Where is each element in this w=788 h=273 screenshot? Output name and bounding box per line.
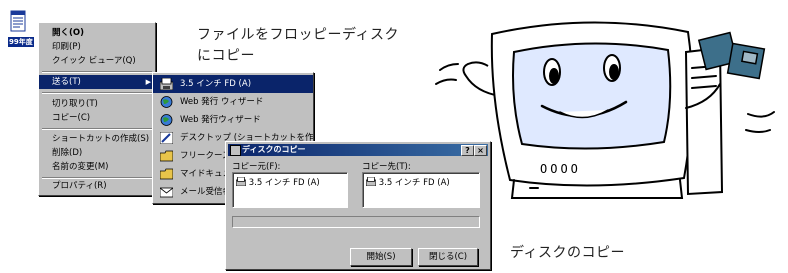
submenu-item-label: Web 発行 ウィザード: [180, 97, 264, 107]
submenu-arrow-icon: ▶: [145, 78, 151, 86]
menu-separator: [42, 92, 152, 94]
folder-icon: [160, 150, 173, 162]
document-icon[interactable]: [8, 10, 30, 32]
file-label[interactable]: 99年度: [8, 37, 34, 47]
submenu-item-label: 3.5 インチ FD (A): [180, 79, 252, 89]
menu-item-send-to-label: 送る(T): [52, 77, 81, 87]
start-button[interactable]: 開始(S): [350, 248, 412, 266]
globe-icon: [160, 96, 173, 108]
menu-item-rename[interactable]: 名前の変更(M): [39, 160, 155, 174]
dialog-app-icon: [230, 145, 241, 156]
submenu-item-label: フリークース: [180, 151, 231, 161]
context-menu: 開く(O) 印刷(P) クイック ビューア(Q) 送る(T) ▶ 切り取り(T) …: [38, 22, 156, 196]
menu-separator: [42, 71, 152, 73]
caption-top-line-1: ファイルをフロッピーディスク: [197, 27, 400, 43]
desktop-icon: [160, 132, 173, 144]
menu-item-print[interactable]: 印刷(P): [39, 40, 155, 54]
submenu-item-floppy[interactable]: 3.5 インチ FD (A): [153, 75, 313, 93]
submenu-item-label: Web 発行ウィザード: [180, 115, 261, 125]
display-digits: OOOO: [540, 162, 581, 176]
dialog-title: ディスクのコピー: [242, 145, 306, 154]
submenu-item-web-wizard-2[interactable]: Web 発行ウィザード: [153, 111, 313, 129]
menu-item-delete[interactable]: 削除(D): [39, 146, 155, 160]
globe-icon: [160, 114, 173, 126]
source-list-item[interactable]: 3.5 インチ FD (A): [235, 176, 320, 188]
menu-item-properties[interactable]: プロパティ(R): [39, 179, 155, 193]
menu-item-quick-view[interactable]: クイック ビューア(Q): [39, 54, 155, 68]
submenu-item-label: メール受信者: [180, 187, 232, 197]
close-dialog-button[interactable]: 閉じる(C): [418, 248, 478, 266]
folder-icon: [160, 168, 173, 180]
source-item-label: 3.5 インチ FD (A): [248, 178, 320, 188]
menu-separator: [42, 128, 152, 130]
floppy-icon: [365, 176, 377, 187]
floppy-icon: [235, 176, 247, 187]
source-label: コピー元(F):: [232, 162, 281, 172]
menu-item-copy[interactable]: コピー(C): [39, 111, 155, 125]
mail-icon: [160, 187, 173, 198]
dest-label: コピー先(T):: [362, 162, 411, 172]
menu-item-send-to[interactable]: 送る(T) ▶: [39, 75, 155, 89]
progress-bar: [232, 216, 480, 228]
source-listbox[interactable]: 3.5 インチ FD (A): [232, 172, 348, 208]
floppy-icon: [160, 78, 173, 90]
caption-top-line-2: にコピー: [197, 48, 255, 64]
menu-item-cut[interactable]: 切り取り(T): [39, 97, 155, 111]
menu-item-create-shortcut[interactable]: ショートカットの作成(S): [39, 132, 155, 146]
menu-item-open[interactable]: 開く(O): [39, 26, 155, 40]
submenu-item-web-wizard-1[interactable]: Web 発行 ウィザード: [153, 93, 313, 111]
computer-mascot-illustration: [435, 21, 775, 199]
caption-bottom: ディスクのコピー: [510, 245, 626, 261]
